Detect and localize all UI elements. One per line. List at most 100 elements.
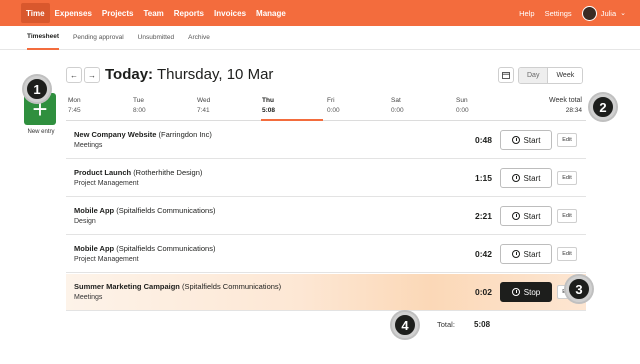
help-link[interactable]: Help: [519, 9, 534, 18]
running-entry-row: Summer Marketing Campaign (Spitalfields …: [66, 274, 586, 311]
clock-icon: [511, 250, 520, 258]
user-menu[interactable]: Julia ⌄: [581, 5, 626, 21]
day-name: Tue: [133, 97, 144, 104]
button-label: Start: [523, 249, 541, 259]
day-tue[interactable]: Tue 8:00: [133, 97, 146, 114]
button-label: Stop: [523, 287, 541, 297]
nav-reports[interactable]: Reports: [169, 0, 209, 26]
day-fri[interactable]: Fri 0:00: [327, 97, 340, 114]
project-name: Mobile App: [74, 206, 115, 215]
task-name: Project Management: [74, 180, 139, 187]
tab-unsubmitted[interactable]: Unsubmitted: [138, 26, 175, 50]
day-view-button[interactable]: Day: [519, 68, 549, 83]
callout-badge-1: 1: [24, 76, 50, 102]
day-wed[interactable]: Wed 7:41: [197, 97, 210, 114]
day-hours: 5:08: [262, 107, 276, 114]
week-view-button[interactable]: Week: [548, 68, 583, 83]
day-thu[interactable]: Thu 5:08: [262, 97, 275, 114]
settings-link[interactable]: Settings: [545, 9, 572, 18]
page-title: Today: Thursday, 10 Mar: [105, 66, 273, 83]
avatar: [581, 5, 597, 21]
user-name: Julia: [600, 8, 617, 18]
tab-pending-approval[interactable]: Pending approval: [73, 26, 124, 50]
top-nav-bar: Time Expenses Projects Team Reports Invo…: [0, 0, 640, 26]
callout-badge-2: 2: [590, 94, 616, 120]
arrow-right-icon: →: [88, 70, 96, 80]
entry-duration: 1:15: [474, 173, 492, 183]
callout-badge-3: 3: [566, 276, 592, 302]
today-underline: [261, 119, 323, 121]
nav-time[interactable]: Time: [21, 3, 50, 23]
task-name: Design: [74, 218, 96, 225]
entry-duration: 0:42: [474, 249, 492, 259]
button-label: Start: [523, 211, 541, 221]
time-entry-row: Product Launch (Rotherhithe Design) Proj…: [66, 160, 586, 197]
callout-badge-4: 4: [392, 312, 418, 338]
client-name: (Spitalfields Communications): [116, 244, 216, 253]
nav-projects[interactable]: Projects: [97, 0, 139, 26]
edit-entry-button[interactable]: Edit: [557, 247, 577, 261]
day-hours: 7:41: [197, 107, 210, 114]
previous-day-button[interactable]: ←: [66, 67, 82, 83]
entry-project: New Company Website (Farringdon Inc): [74, 130, 212, 139]
time-entry-row: New Company Website (Farringdon Inc) Mee…: [66, 122, 586, 159]
edit-entry-button[interactable]: Edit: [557, 133, 577, 147]
start-timer-button[interactable]: Start: [500, 206, 552, 226]
week-total-value: 28:34: [565, 107, 582, 114]
clock-icon: [511, 174, 520, 182]
day-name: Mon: [68, 97, 81, 104]
day-hours: 0:00: [391, 107, 404, 114]
week-total-label: Week total: [549, 97, 582, 104]
view-toggle: Day Week: [518, 67, 584, 84]
day-hours: 7:45: [68, 107, 81, 114]
button-label: Start: [523, 135, 541, 145]
day-sun[interactable]: Sun 0:00: [456, 97, 469, 114]
nav-expenses[interactable]: Expenses: [50, 0, 97, 26]
start-timer-button[interactable]: Start: [500, 130, 552, 150]
start-timer-button[interactable]: Start: [500, 168, 552, 188]
total-value: 5:08: [474, 320, 491, 329]
task-name: Meetings: [74, 142, 103, 149]
day-name: Sun: [456, 97, 468, 104]
client-name: (Rotherhithe Design): [133, 168, 203, 177]
edit-entry-button[interactable]: Edit: [557, 171, 577, 185]
arrow-left-icon: ←: [70, 70, 78, 80]
entry-project: Mobile App (Spitalfields Communications): [74, 206, 215, 215]
day-sat[interactable]: Sat 0:00: [391, 97, 404, 114]
day-hours: 0:00: [327, 107, 340, 114]
client-name: (Spitalfields Communications): [116, 206, 216, 215]
clock-icon: [511, 288, 520, 296]
top-right-menu: Help Settings Julia ⌄: [519, 0, 626, 26]
client-name: (Spitalfields Communications): [181, 282, 282, 291]
clock-icon: [511, 212, 520, 220]
day-hours: 0:00: [456, 107, 469, 114]
calendar-button[interactable]: [498, 67, 514, 83]
entry-duration: 0:48: [474, 135, 492, 145]
week-total: Week total 28:34: [549, 97, 582, 114]
tab-archive[interactable]: Archive: [188, 26, 210, 50]
entry-duration: 0:02: [474, 287, 492, 297]
day-name: Thu: [262, 97, 274, 104]
total-label: Total:: [437, 320, 455, 329]
tab-timesheet[interactable]: Timesheet: [27, 26, 60, 50]
calendar-icon: [502, 72, 510, 79]
project-name: Mobile App: [74, 244, 115, 253]
day-mon[interactable]: Mon 7:45: [68, 97, 81, 114]
edit-entry-button[interactable]: Edit: [557, 209, 577, 223]
project-name: Summer Marketing Campaign: [74, 282, 180, 291]
entry-project: Mobile App (Spitalfields Communications): [74, 244, 215, 253]
day-hours: 8:00: [133, 107, 146, 114]
nav-manage[interactable]: Manage: [251, 0, 291, 26]
project-name: Product Launch: [74, 168, 132, 177]
title-date: Thursday, 10 Mar: [156, 66, 274, 83]
stop-timer-button[interactable]: Stop: [500, 282, 552, 302]
nav-team[interactable]: Team: [138, 0, 168, 26]
sub-nav: Timesheet Pending approval Unsubmitted A…: [0, 26, 640, 50]
client-name: (Farringdon Inc): [158, 130, 212, 139]
next-day-button[interactable]: →: [84, 67, 100, 83]
project-name: New Company Website: [74, 130, 157, 139]
title-prefix: Today:: [105, 66, 154, 83]
task-name: Project Management: [74, 256, 139, 263]
start-timer-button[interactable]: Start: [500, 244, 552, 264]
nav-invoices[interactable]: Invoices: [209, 0, 251, 26]
